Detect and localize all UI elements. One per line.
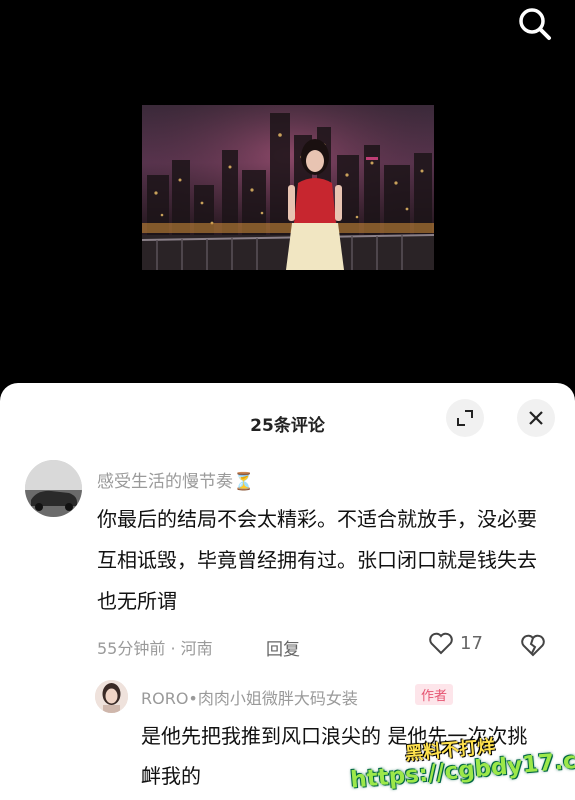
expand-button[interactable] — [446, 399, 484, 437]
heart-icon — [429, 632, 453, 655]
reply-avatar[interactable] — [95, 680, 128, 713]
like-count: 17 — [460, 632, 483, 654]
comment-meta: 55分钟前 · 河南 — [97, 639, 213, 658]
reply-username[interactable]: RORO•肉肉小姐微胖大码女装 — [141, 685, 358, 709]
city-night-image — [142, 105, 434, 270]
hourglass-icon: ⏳ — [233, 472, 255, 492]
expand-icon — [457, 410, 473, 426]
broken-heart-icon — [521, 634, 545, 657]
avatar-image — [25, 460, 82, 517]
close-button[interactable] — [517, 399, 555, 437]
comment-username[interactable]: 感受生活的慢节奏⏳ — [97, 467, 254, 492]
comments-title: 25条评论 — [250, 416, 325, 436]
comment-text: 你最后的结局不会太精彩。不适合就放手，没必要互相诋毁，毕竟曾经拥有过。张口闭口就… — [97, 507, 537, 613]
close-icon — [529, 411, 543, 425]
reply-button[interactable]: 回复 — [266, 635, 300, 660]
dislike-button[interactable] — [520, 633, 546, 661]
like-button[interactable]: 17 — [428, 631, 483, 655]
reply-avatar-image — [95, 680, 128, 713]
video-thumbnail[interactable] — [142, 105, 434, 270]
author-badge: 作者 — [415, 684, 454, 705]
search-button[interactable] — [515, 4, 555, 44]
search-icon — [519, 8, 551, 40]
avatar[interactable] — [25, 460, 82, 517]
